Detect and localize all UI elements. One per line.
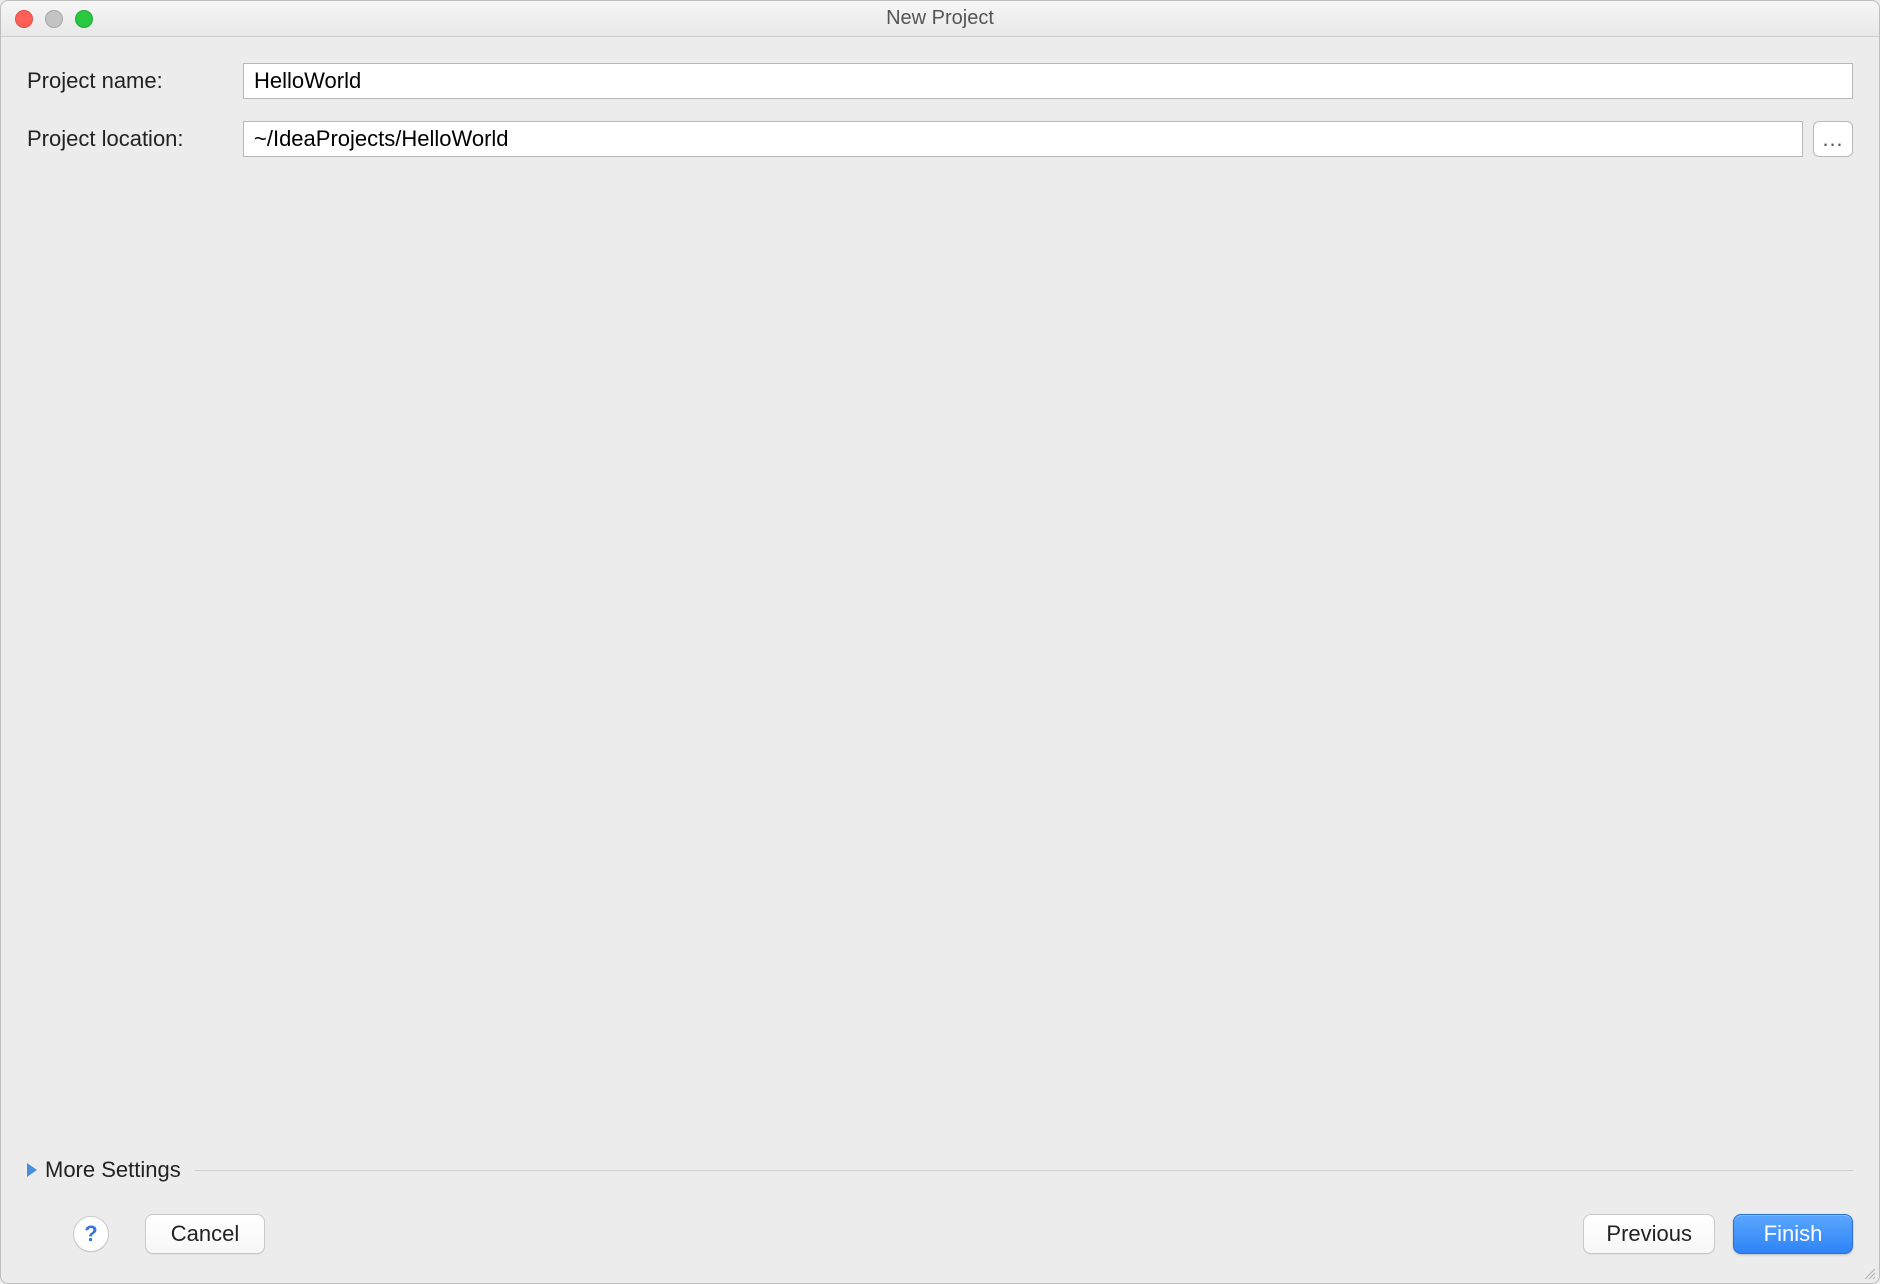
resize-grip[interactable] [1862, 1266, 1876, 1280]
project-location-input[interactable] [243, 121, 1803, 157]
window-title: New Project [1, 7, 1879, 30]
previous-button[interactable]: Previous [1583, 1214, 1715, 1254]
titlebar: New Project [1, 1, 1879, 37]
close-window-button[interactable] [15, 10, 33, 28]
project-location-row: Project location: … [27, 121, 1853, 157]
zoom-window-button[interactable] [75, 10, 93, 28]
project-name-input[interactable] [243, 63, 1853, 99]
more-settings-label: More Settings [45, 1157, 181, 1183]
browse-location-button[interactable]: … [1813, 121, 1853, 157]
project-name-row: Project name: [27, 63, 1853, 99]
window-controls [15, 10, 93, 28]
button-bar: ? Cancel Previous Finish [1, 1203, 1879, 1283]
cancel-button[interactable]: Cancel [145, 1214, 265, 1254]
help-icon: ? [84, 1221, 97, 1247]
more-settings-toggle[interactable]: More Settings [27, 1151, 1853, 1203]
dialog-content: Project name: Project location: … More S… [1, 37, 1879, 1203]
project-location-label: Project location: [27, 126, 243, 152]
new-project-dialog: New Project Project name: Project locati… [0, 0, 1880, 1284]
more-settings-separator [195, 1170, 1853, 1171]
minimize-window-button[interactable] [45, 10, 63, 28]
ellipsis-icon: … [1822, 126, 1845, 152]
help-button[interactable]: ? [73, 1216, 109, 1252]
disclosure-triangle-icon [27, 1163, 37, 1177]
project-name-label: Project name: [27, 68, 243, 94]
content-spacer [27, 179, 1853, 1151]
finish-button[interactable]: Finish [1733, 1214, 1853, 1254]
